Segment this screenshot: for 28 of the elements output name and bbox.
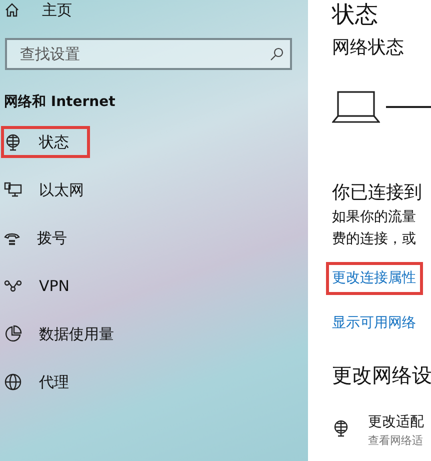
home-icon[interactable]: [4, 2, 20, 18]
search-icon[interactable]: [270, 47, 284, 61]
description-text: 费的连接，或: [332, 230, 417, 249]
connection-heading: 你已连接到: [332, 181, 423, 205]
page-title: 状态: [332, 1, 379, 30]
nav-item[interactable]: VPN: [1, 270, 91, 302]
nav-item[interactable]: 以太网: [1, 174, 105, 206]
nav-item[interactable]: 拨号: [1, 222, 88, 254]
connection-line: [386, 106, 431, 108]
nav-item[interactable]: 数据使用量: [1, 318, 135, 350]
nav-item[interactable]: 状态: [1, 126, 90, 158]
home-link[interactable]: 主页: [42, 0, 72, 22]
status-icon: [4, 133, 22, 151]
nav-item[interactable]: 代理: [1, 366, 90, 398]
section-heading: 更改网络设: [332, 362, 431, 389]
ethernet-icon: [4, 182, 22, 198]
setting-subtitle: 查看网络适: [368, 433, 424, 449]
description-text: 如果你的流量: [332, 208, 417, 227]
laptop-icon: [332, 91, 380, 123]
section-title: 网络和 Internet: [4, 93, 116, 112]
link[interactable]: 显示可用网络: [326, 307, 423, 340]
setting-title[interactable]: 更改适配: [368, 412, 424, 433]
data-icon: [4, 325, 22, 343]
section-heading: 网络状态: [332, 36, 405, 60]
search-field[interactable]: 查找设置: [5, 38, 292, 70]
vpn-icon: [4, 280, 22, 292]
globe-icon: [4, 373, 22, 391]
link[interactable]: 更改连接属性: [326, 262, 423, 295]
